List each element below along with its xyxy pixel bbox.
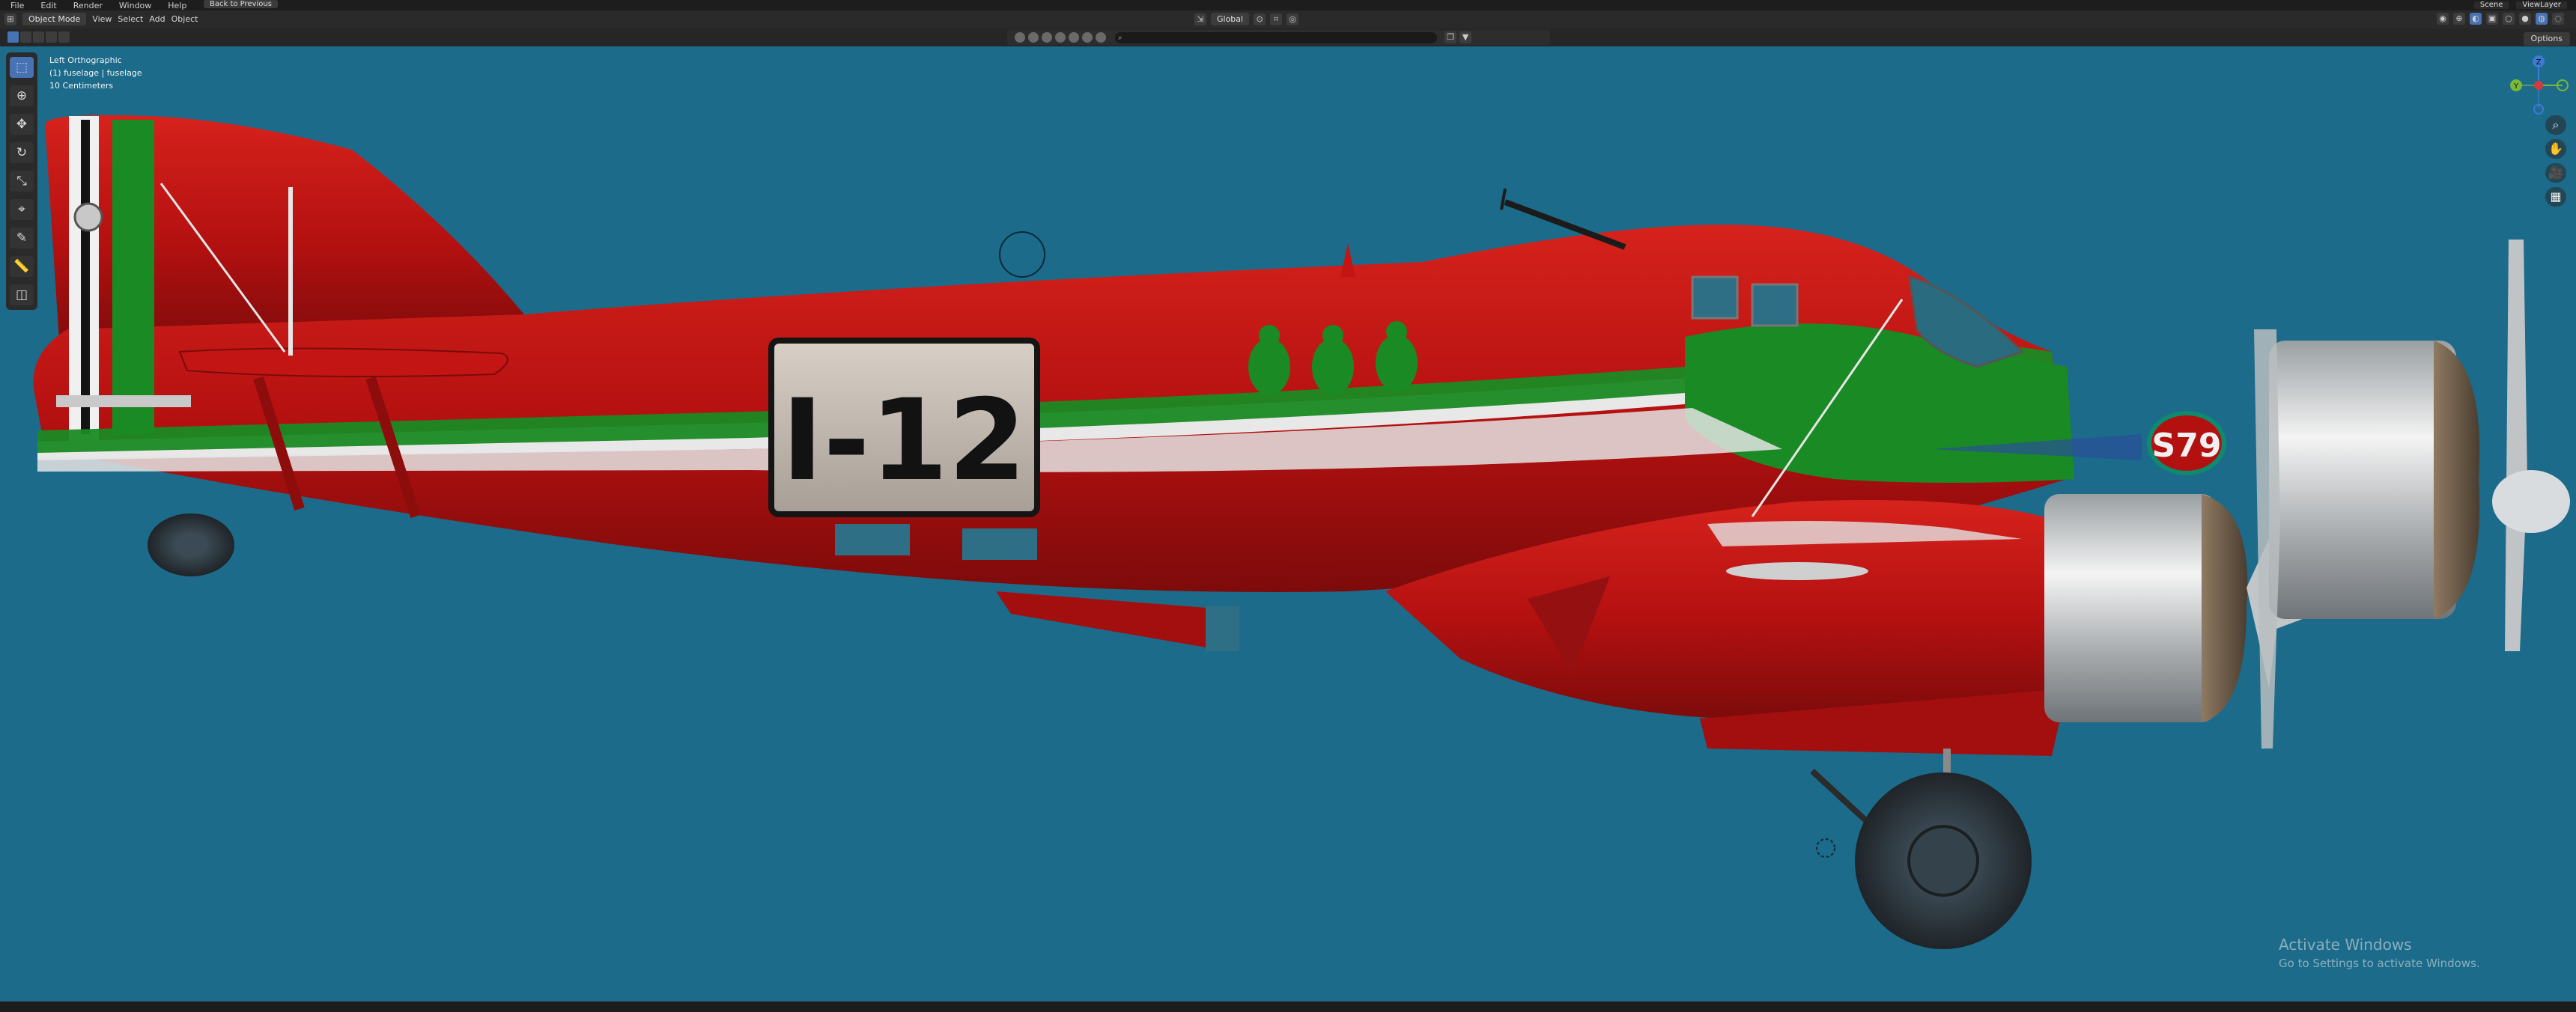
registration-number: I-12 [782, 376, 1027, 506]
rudder-black-stripe [81, 120, 90, 434]
bomb-bay-window [1206, 606, 1239, 651]
main-wheel-hub [1907, 825, 1979, 897]
rudder-green-stripe [112, 120, 154, 434]
three-mice-emblem [1248, 321, 1418, 395]
status-bar [0, 1002, 2576, 1012]
3d-cursor-marker [1816, 838, 1835, 858]
center-engine-cowling [2269, 341, 2456, 619]
activate-subtitle: Go to Settings to activate Windows. [2279, 957, 2480, 970]
3d-cursor-ring [999, 231, 1045, 278]
center-propeller-blade [2254, 329, 2280, 749]
tail-wheel [148, 513, 234, 576]
wing-light [1726, 562, 1868, 580]
belly-panel-1 [835, 524, 910, 555]
tail-cone [56, 395, 191, 407]
front-propeller-blade [2505, 240, 2527, 651]
port-engine-front [2202, 494, 2248, 722]
dorsal-gun-sight [1500, 188, 1507, 210]
rudder-emblem [73, 202, 103, 232]
side-window-2 [1751, 283, 1799, 327]
windows-activation-watermark: Activate Windows Go to Settings to activ… [2279, 936, 2480, 970]
aircraft-model[interactable]: I-12 S79 [0, 0, 2576, 1012]
nose-marking-text: S79 [2152, 427, 2222, 465]
activate-title: Activate Windows [2279, 936, 2412, 954]
dorsal-antenna [1340, 243, 1355, 277]
side-window [1691, 275, 1739, 320]
horizontal-stabilizer [178, 347, 508, 378]
center-engine-front [2434, 341, 2480, 619]
port-engine-cowling [2044, 494, 2217, 722]
belly-panel-2 [962, 528, 1037, 560]
front-spinner [2492, 470, 2570, 533]
bomb-bay-fairing [996, 591, 1236, 651]
